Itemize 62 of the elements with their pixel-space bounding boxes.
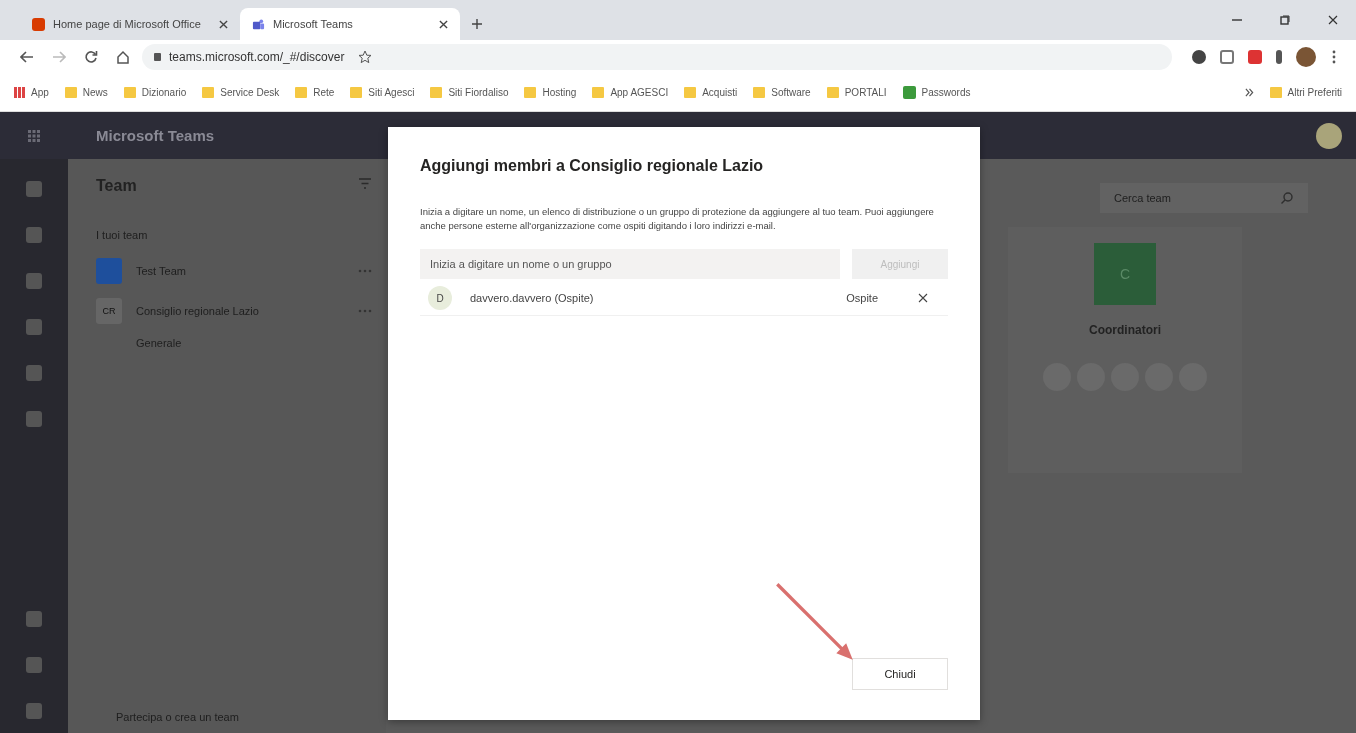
folder-icon xyxy=(64,87,77,98)
bookmark[interactable]: Rete xyxy=(295,87,335,98)
dialog-description: Inizia a digitare un nome, un elenco di distribuzione o un gruppo di protezione da aggiungere al tuo team. Puoi aggiungere anche persone esterne all'organizzazione come ospiti digitando i loro indirizzi e-mail. xyxy=(420,205,935,233)
new-tab-icon[interactable] xyxy=(472,19,482,29)
folder-icon xyxy=(202,87,215,98)
team-name: Coordinatori xyxy=(1089,323,1161,337)
extension-icon[interactable] xyxy=(1220,50,1234,64)
bookmark[interactable]: Software xyxy=(753,87,811,98)
teams-logo-icon xyxy=(252,17,265,31)
folder-icon xyxy=(592,87,605,98)
bookmark[interactable]: News xyxy=(64,87,108,98)
bookmark[interactable]: Altri Preferiti xyxy=(1269,87,1342,98)
user-avatar[interactable] xyxy=(1316,122,1342,149)
bookmark[interactable]: Siti Fiordaliso xyxy=(430,87,509,98)
restore-icon[interactable] xyxy=(1280,15,1290,25)
star-icon[interactable] xyxy=(358,50,373,64)
bookmark[interactable]: App AGESCI xyxy=(592,87,669,98)
bookmark[interactable]: Passwords xyxy=(902,86,971,99)
folder-icon xyxy=(524,87,537,98)
office-logo-icon xyxy=(32,17,45,31)
remove-icon[interactable] xyxy=(918,293,928,303)
apps-grid-icon xyxy=(14,87,25,98)
profile-avatar[interactable] xyxy=(1296,47,1316,67)
close-tab-icon[interactable] xyxy=(439,19,448,29)
folder-icon xyxy=(350,87,363,98)
bookmark[interactable]: App xyxy=(14,87,49,98)
bookmark[interactable]: Service Desk xyxy=(202,87,280,98)
team-avatar: CR xyxy=(96,298,122,324)
close-tab-icon[interactable] xyxy=(219,19,228,29)
app-icon xyxy=(902,86,916,99)
app-title: Microsoft Teams xyxy=(95,127,215,144)
role-label[interactable]: Ospite xyxy=(846,292,878,304)
input-field[interactable]: Inizia a digitare un nome o un gruppo xyxy=(420,249,840,279)
folder-icon xyxy=(826,87,839,98)
bookmark[interactable]: Dizionario xyxy=(123,87,187,98)
lock-icon xyxy=(154,53,161,61)
dialog-title: Aggiungi membri a Consiglio regionale Lazio xyxy=(420,157,765,175)
back-icon[interactable] xyxy=(20,50,34,64)
bookmark[interactable]: Acquisti xyxy=(684,87,738,98)
address-bar[interactable]: teams.microsoft.com/_#/discover xyxy=(142,44,1172,70)
folder-icon xyxy=(295,87,308,98)
search-icon xyxy=(1280,191,1294,205)
more-bookmarks-icon[interactable] xyxy=(1244,88,1254,97)
browser-tab[interactable]: Microsoft Teams xyxy=(240,8,460,40)
member-avatar: D xyxy=(428,286,452,310)
home-icon[interactable] xyxy=(116,50,130,64)
menu-icon[interactable] xyxy=(1332,50,1336,64)
close-icon[interactable] xyxy=(1328,15,1338,25)
bookmark[interactable]: Siti Agesci xyxy=(350,87,415,98)
folder-icon xyxy=(123,87,136,98)
app-launcher-icon[interactable] xyxy=(27,128,41,143)
bookmark[interactable]: Hosting xyxy=(524,87,577,98)
browser-tab[interactable]: Home page di Microsoft Office xyxy=(20,8,240,40)
folder-icon xyxy=(753,87,766,98)
close-button[interactable]: Chiudi xyxy=(852,658,948,690)
bookmark[interactable]: PORTALI xyxy=(826,87,887,98)
reload-icon[interactable] xyxy=(84,50,98,64)
folder-icon xyxy=(430,87,443,98)
extension-icon[interactable] xyxy=(1192,50,1206,64)
folder-icon xyxy=(1269,87,1282,98)
member-name: davvero.davvero (Ospite) xyxy=(470,292,594,304)
folder-icon xyxy=(684,87,697,98)
